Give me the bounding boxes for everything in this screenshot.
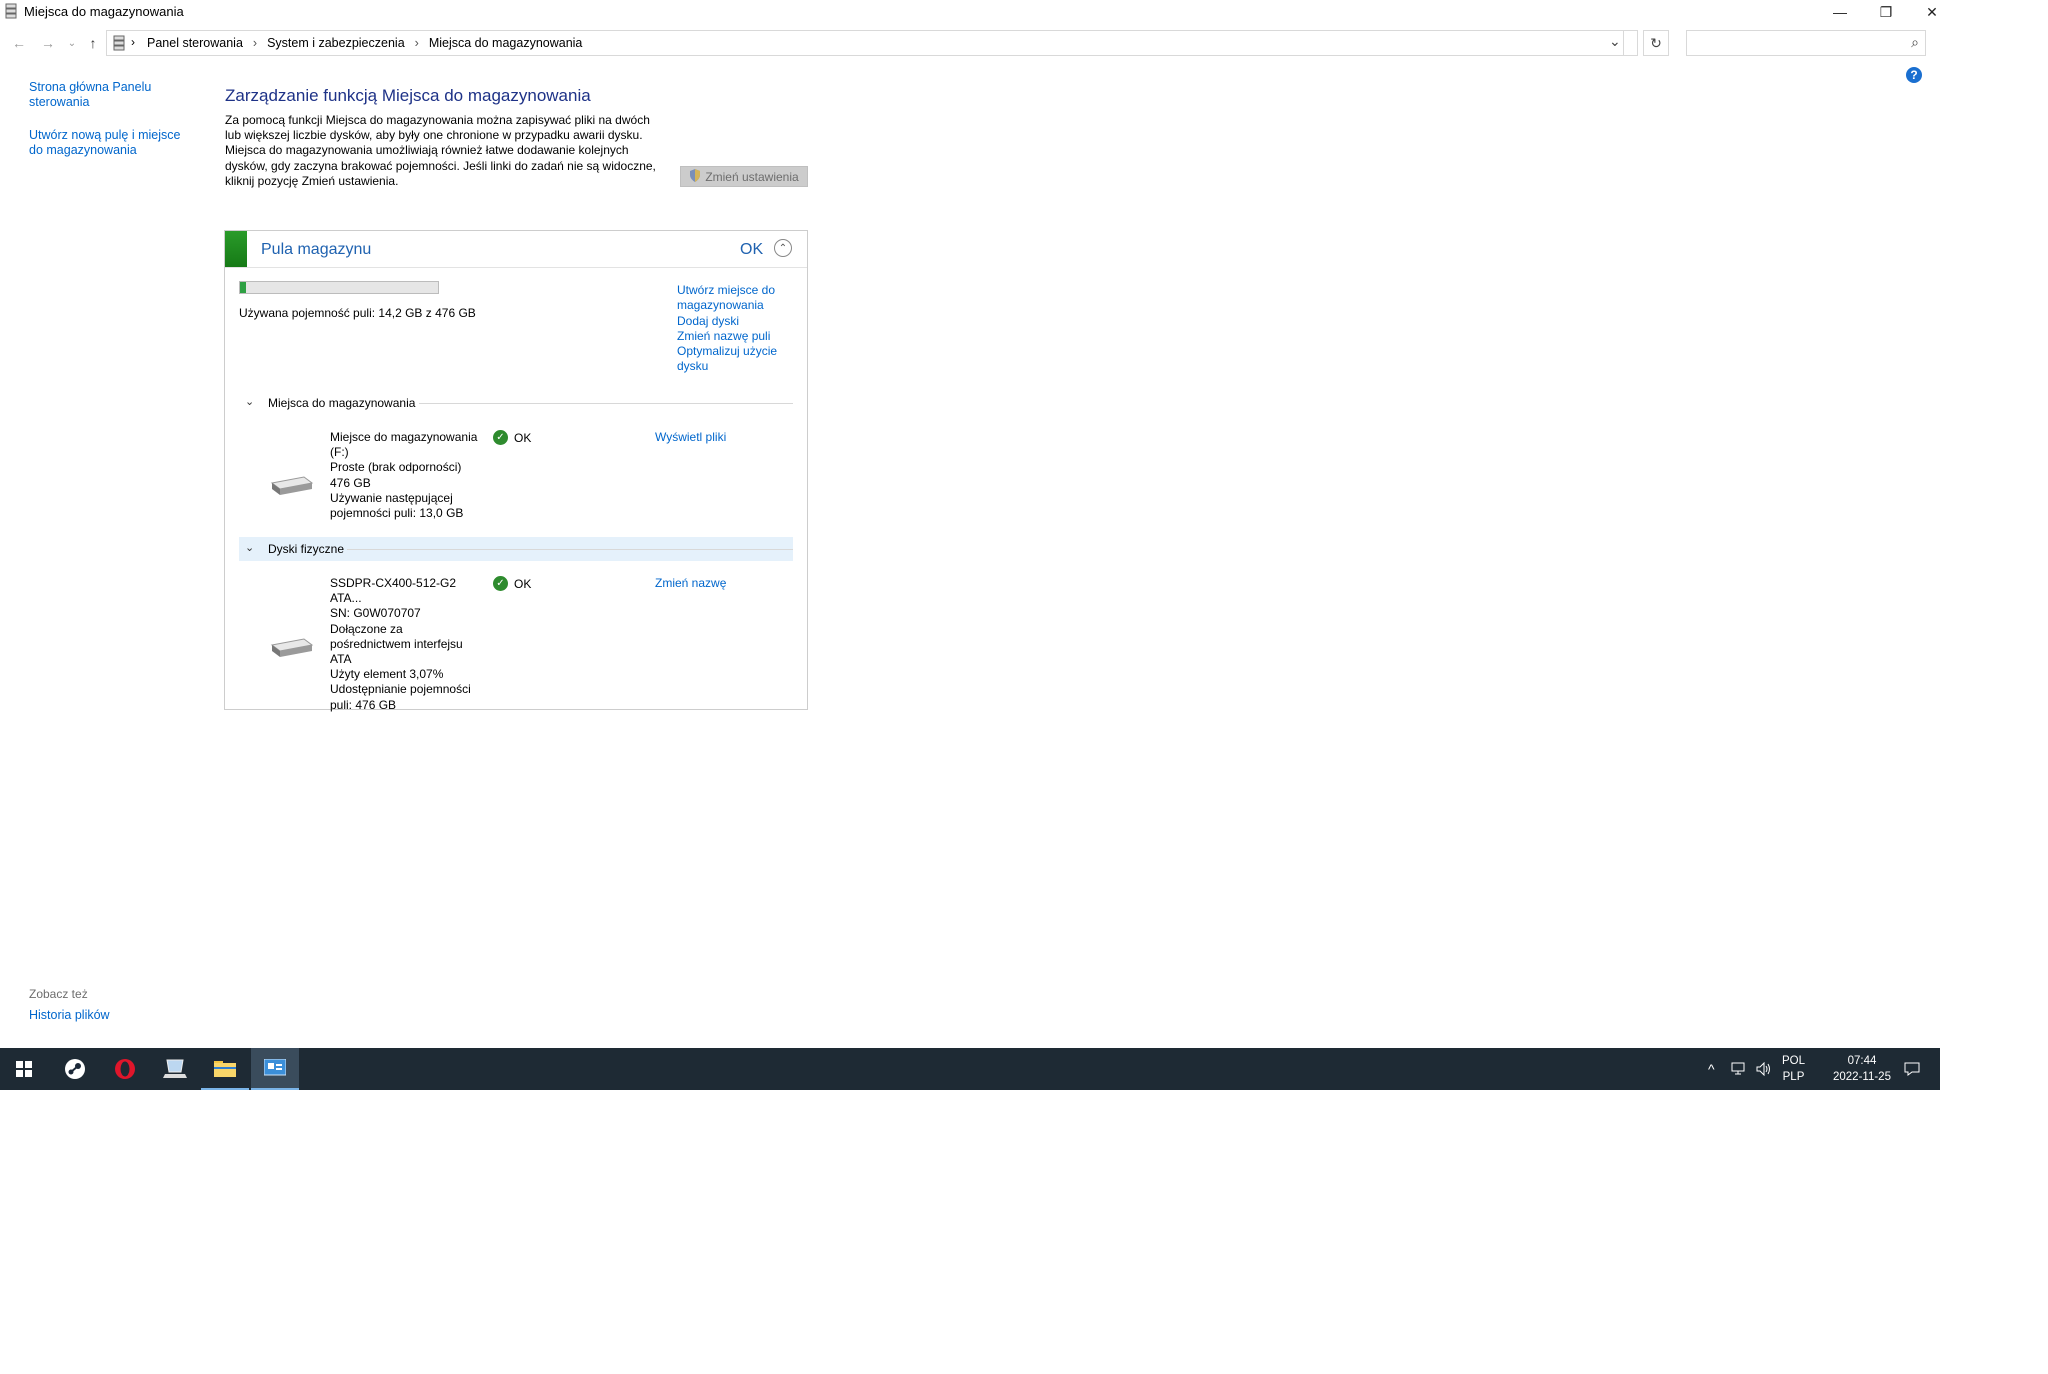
pool-status-stripe [225, 231, 247, 267]
disk-model: SSDPR-CX400-512-G2 ATA... [330, 576, 457, 606]
address-bar[interactable]: › Panel sterowania › System i zabezpiecz… [106, 30, 1638, 56]
sidebar-link-new-pool[interactable]: Utwórz nową pulę i miejsce do magazynowa… [29, 128, 194, 158]
recent-locations-icon[interactable]: ⌄ [62, 33, 82, 53]
notifications-icon[interactable] [1904, 1048, 1920, 1090]
clock-date: 2022-11-25 [1833, 1071, 1891, 1083]
space-info: Miejsce do magazynowania (F:) Proste (br… [330, 430, 490, 521]
address-dropdown-icon[interactable]: ⌄ [1609, 33, 1621, 50]
rename-disk-link[interactable]: Zmień nazwę [655, 576, 726, 590]
search-icon[interactable]: ⌕ [1911, 34, 1919, 51]
disk-interface: Dołączone za pośrednictwem interfejsu AT… [330, 621, 463, 667]
spaces-section-label: Miejsca do magazynowania [268, 396, 416, 410]
refresh-icon[interactable]: ↻ [1643, 30, 1669, 56]
page-title: Zarządzanie funkcją Miejsca do magazynow… [225, 86, 591, 105]
steam-icon[interactable] [51, 1048, 99, 1090]
space-resiliency: Proste (brak odporności) [330, 460, 462, 475]
language-code: POL [1782, 1055, 1806, 1067]
disk-info: SSDPR-CX400-512-G2 ATA... SN: G0W070707 … [330, 576, 480, 713]
minimize-button[interactable]: — [1817, 0, 1863, 24]
file-explorer-icon[interactable] [201, 1048, 249, 1090]
drive-icon [270, 635, 314, 659]
storage-spaces-location-icon [113, 35, 125, 54]
opera-icon[interactable] [101, 1048, 149, 1090]
breadcrumb-separator[interactable]: › [415, 36, 419, 50]
restore-button[interactable]: ❐ [1863, 0, 1909, 24]
close-button[interactable]: ✕ [1909, 0, 1955, 24]
optimize-usage-link[interactable]: Optymalizuj użycie dysku [677, 344, 787, 374]
breadcrumb-storage-spaces[interactable]: Miejsca do magazynowania [429, 36, 583, 50]
space-pool-usage: Używanie następującej pojemności puli: 1… [330, 490, 464, 521]
network-icon[interactable] [1731, 1048, 1749, 1090]
pool-usage-bar [239, 281, 439, 294]
control-panel-icon[interactable] [251, 1048, 299, 1090]
keyboard-layout: PLP [1782, 1071, 1805, 1083]
check-icon: ✓ [493, 430, 508, 445]
storage-spaces-app-icon [5, 3, 17, 19]
start-icon[interactable] [0, 1048, 48, 1090]
search-input[interactable]: ⌕ [1686, 30, 1926, 56]
volume-icon[interactable] [1756, 1048, 1772, 1090]
help-icon[interactable]: ? [1906, 67, 1922, 83]
clock-time: 07:44 [1847, 1055, 1877, 1067]
clock[interactable]: 07:44 2022-11-25 [1826, 1048, 1898, 1090]
rename-pool-link[interactable]: Zmień nazwę puli [677, 329, 787, 344]
see-also-label: Zobacz też [29, 987, 88, 1001]
change-settings-label: Zmień ustawienia [705, 169, 799, 184]
chevron-down-icon[interactable]: ⌄ [245, 541, 254, 554]
disk-serial: SN: G0W070707 [330, 606, 421, 621]
address-divider [1623, 31, 1624, 55]
drive-icon [270, 473, 314, 497]
pool-header: Pula magazynu OK ⌃ [225, 231, 807, 268]
forward-icon[interactable]: → [38, 33, 58, 53]
breadcrumb-system-security[interactable]: System i zabezpieczenia [267, 36, 405, 50]
up-icon[interactable]: ↑ [83, 33, 103, 53]
pool-status: OK [740, 241, 764, 258]
pool-title: Pula magazynu [261, 241, 372, 258]
spaces-section-header[interactable]: ⌄ Miejsca do magazynowania [239, 393, 793, 413]
sidebar-link-control-panel-home[interactable]: Strona główna Panelu sterowania [29, 80, 194, 110]
breadcrumb-separator[interactable]: › [253, 36, 257, 50]
breadcrumb: Panel sterowania › System i zabezpieczen… [147, 36, 590, 50]
laptop-app-icon[interactable] [151, 1048, 199, 1090]
section-divider [419, 403, 793, 404]
section-divider [347, 549, 793, 550]
disks-section-header[interactable]: ⌄ Dyski fizyczne [239, 537, 793, 561]
create-space-link[interactable]: Utwórz miejsce do magazynowania [677, 283, 787, 313]
window-title: Miejsca do magazynowania [24, 4, 184, 19]
breadcrumb-control-panel[interactable]: Panel sterowania [147, 36, 243, 50]
intro-text: Za pomocą funkcji Miejsca do magazynowan… [225, 113, 656, 188]
title-bar: Miejsca do magazynowania — ❐ ✕ [0, 0, 1940, 24]
space-status-text: OK [514, 430, 532, 445]
space-name: Miejsce do magazynowania (F:) [330, 430, 478, 460]
disk-capacity: Udostępnianie pojemności puli: 476 GB [330, 682, 471, 712]
file-history-link[interactable]: Historia plików [29, 1008, 110, 1022]
space-status: ✓ OK [493, 430, 531, 445]
disk-used: Użyty element 3,07% [330, 667, 444, 682]
disk-status-text: OK [514, 576, 532, 591]
change-settings-button[interactable]: Zmień ustawienia [680, 166, 808, 187]
disks-section-label: Dyski fizyczne [268, 542, 345, 556]
taskbar: ^ POL PLP 07:44 2022-11-25 [0, 1048, 1940, 1090]
pool-usage-fill [240, 282, 246, 293]
view-files-link[interactable]: Wyświetl pliki [655, 430, 726, 444]
language-indicator[interactable]: POL PLP [1782, 1048, 1805, 1090]
pool-capacity-text: Używana pojemność puli: 14,2 GB z 476 GB [239, 306, 476, 320]
check-icon: ✓ [493, 576, 508, 591]
show-hidden-icons[interactable]: ^ [1708, 1048, 1715, 1090]
shield-icon [689, 168, 701, 185]
add-disks-link[interactable]: Dodaj dyski [677, 314, 787, 329]
disk-status: ✓ OK [493, 576, 531, 591]
collapse-icon[interactable]: ⌃ [774, 239, 792, 257]
chevron-down-icon[interactable]: ⌄ [245, 395, 254, 408]
breadcrumb-separator[interactable]: › [131, 35, 135, 49]
back-icon[interactable]: ← [9, 33, 29, 53]
storage-pool-panel: Pula magazynu OK ⌃ Używana pojemność pul… [224, 230, 808, 713]
space-size: 476 GB [330, 475, 371, 490]
